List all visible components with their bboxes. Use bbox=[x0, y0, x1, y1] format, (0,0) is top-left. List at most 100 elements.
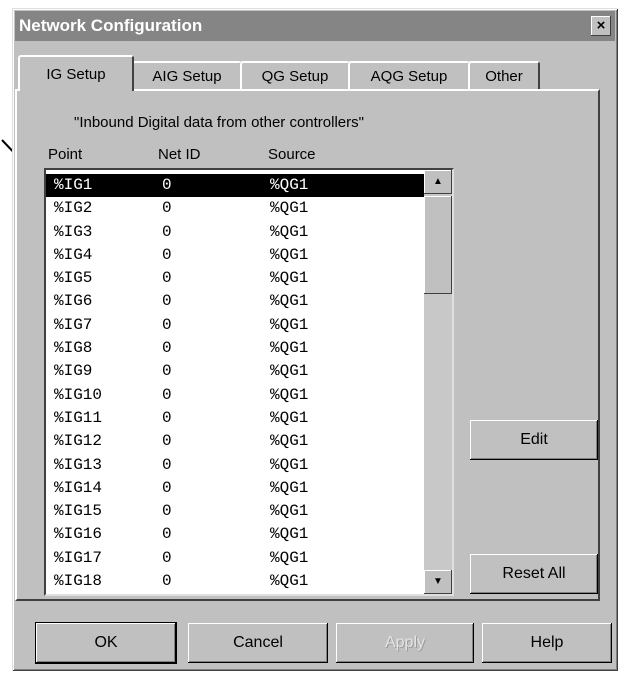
scroll-down-icon[interactable]: ▼ bbox=[424, 570, 452, 594]
cancel-button[interactable]: Cancel bbox=[188, 623, 328, 663]
table-row[interactable]: %IG10 0 %QG1 bbox=[46, 384, 424, 407]
source-cell: %QG1 bbox=[270, 385, 309, 404]
source-cell: %QG1 bbox=[270, 572, 309, 591]
tab-other[interactable]: Other bbox=[468, 61, 540, 89]
title-bar: Network Configuration × bbox=[15, 11, 615, 41]
source-cell: %QG1 bbox=[270, 292, 309, 311]
net-id-cell: 0 bbox=[162, 455, 172, 474]
column-header-point: Point bbox=[48, 146, 83, 163]
source-cell: %QG1 bbox=[270, 176, 309, 194]
table-row[interactable]: %IG6 0 %QG1 bbox=[46, 290, 424, 313]
source-cell: %QG1 bbox=[270, 315, 309, 334]
net-id-cell: 0 bbox=[162, 222, 172, 241]
source-cell: %QG1 bbox=[270, 432, 309, 451]
ig-points-list[interactable]: %IG1 0 %QG1 %IG2 0 %QG1 %IG3 0 %QG1 %IG4 0 %QG1 %IG5… bbox=[44, 168, 454, 596]
source-cell: %QG1 bbox=[270, 478, 309, 497]
help-button[interactable]: Help bbox=[482, 623, 612, 663]
source-cell: %QG1 bbox=[270, 525, 309, 544]
table-row[interactable]: %IG4 0 %QG1 bbox=[46, 244, 424, 267]
table-row[interactable]: %IG7 0 %QG1 bbox=[46, 314, 424, 337]
table-row[interactable]: %IG18 0 %QG1 bbox=[46, 570, 424, 593]
reset-all-button[interactable]: Reset All bbox=[470, 554, 598, 594]
table-row[interactable]: %IG5 0 %QG1 bbox=[46, 267, 424, 290]
tab-aig-setup[interactable]: AIG Setup bbox=[132, 61, 242, 89]
scroll-up-icon[interactable]: ▲ bbox=[424, 170, 452, 194]
point-cell: %IG10 bbox=[54, 385, 103, 404]
point-cell: %IG15 bbox=[54, 502, 103, 521]
net-id-cell: 0 bbox=[162, 176, 172, 194]
table-row[interactable]: %IG14 0 %QG1 bbox=[46, 477, 424, 500]
net-id-cell: 0 bbox=[162, 199, 172, 218]
point-cell: %IG8 bbox=[54, 339, 93, 358]
net-id-cell: 0 bbox=[162, 525, 172, 544]
table-row[interactable]: %IG13 0 %QG1 bbox=[46, 454, 424, 477]
apply-button-label: Apply bbox=[384, 634, 426, 651]
table-row[interactable]: %IG3 0 %QG1 bbox=[46, 221, 424, 244]
list-rows: %IG1 0 %QG1 %IG2 0 %QG1 %IG3 0 %QG1 %IG4 0 %QG1 %IG5… bbox=[46, 174, 424, 593]
source-cell: %QG1 bbox=[270, 502, 309, 521]
edit-button-label: Edit bbox=[520, 431, 548, 448]
point-cell: %IG5 bbox=[54, 269, 93, 288]
tab-ig-setup[interactable]: IG Setup bbox=[18, 55, 134, 91]
point-cell: %IG14 bbox=[54, 478, 103, 497]
point-cell: %IG1 bbox=[54, 176, 93, 194]
cancel-button-label: Cancel bbox=[233, 634, 283, 651]
point-cell: %IG9 bbox=[54, 362, 93, 381]
net-id-cell: 0 bbox=[162, 502, 172, 521]
point-cell: %IG7 bbox=[54, 315, 93, 334]
reset-all-button-label: Reset All bbox=[502, 565, 566, 582]
table-row[interactable]: %IG11 0 %QG1 bbox=[46, 407, 424, 430]
point-cell: %IG3 bbox=[54, 222, 93, 241]
net-id-cell: 0 bbox=[162, 408, 172, 427]
point-cell: %IG17 bbox=[54, 548, 103, 567]
net-id-cell: 0 bbox=[162, 315, 172, 334]
table-row[interactable]: %IG8 0 %QG1 bbox=[46, 337, 424, 360]
column-header-source: Source bbox=[268, 146, 316, 163]
table-row[interactable]: %IG12 0 %QG1 bbox=[46, 430, 424, 453]
table-row[interactable]: %IG2 0 %QG1 bbox=[46, 197, 424, 220]
scroll-thumb[interactable] bbox=[424, 196, 452, 294]
net-id-cell: 0 bbox=[162, 269, 172, 288]
point-cell: %IG4 bbox=[54, 245, 93, 264]
table-row[interactable]: %IG1 0 %QG1 bbox=[46, 174, 424, 198]
net-id-cell: 0 bbox=[162, 362, 172, 381]
net-id-cell: 0 bbox=[162, 339, 172, 358]
net-id-cell: 0 bbox=[162, 478, 172, 497]
point-cell: %IG12 bbox=[54, 432, 103, 451]
source-cell: %QG1 bbox=[270, 245, 309, 264]
close-icon[interactable]: × bbox=[591, 16, 611, 36]
ok-button[interactable]: OK bbox=[35, 622, 177, 664]
edit-button[interactable]: Edit bbox=[470, 420, 598, 460]
help-button-label: Help bbox=[530, 634, 564, 651]
source-cell: %QG1 bbox=[270, 548, 309, 567]
panel-caption: "Inbound Digital data from other control… bbox=[74, 114, 364, 131]
net-id-cell: 0 bbox=[162, 385, 172, 404]
column-header-net-id: Net ID bbox=[158, 146, 201, 163]
window-title: Network Configuration bbox=[19, 16, 203, 35]
vertical-scrollbar[interactable]: ▲ ▼ bbox=[424, 170, 452, 594]
source-cell: %QG1 bbox=[270, 199, 309, 218]
source-cell: %QG1 bbox=[270, 269, 309, 288]
point-cell: %IG16 bbox=[54, 525, 103, 544]
net-id-cell: 0 bbox=[162, 572, 172, 591]
table-row[interactable]: %IG17 0 %QG1 bbox=[46, 547, 424, 570]
net-id-cell: 0 bbox=[162, 548, 172, 567]
point-cell: %IG18 bbox=[54, 572, 103, 591]
tab-aqg-setup[interactable]: AQG Setup bbox=[348, 61, 470, 89]
point-cell: %IG2 bbox=[54, 199, 93, 218]
table-row[interactable]: %IG15 0 %QG1 bbox=[46, 500, 424, 523]
point-cell: %IG11 bbox=[54, 408, 103, 427]
source-cell: %QG1 bbox=[270, 339, 309, 358]
source-cell: %QG1 bbox=[270, 362, 309, 381]
point-cell: %IG13 bbox=[54, 455, 103, 474]
ok-button-label: OK bbox=[94, 634, 118, 651]
net-id-cell: 0 bbox=[162, 292, 172, 311]
source-cell: %QG1 bbox=[270, 222, 309, 241]
source-cell: %QG1 bbox=[270, 455, 309, 474]
table-row[interactable]: %IG16 0 %QG1 bbox=[46, 523, 424, 546]
source-cell: %QG1 bbox=[270, 408, 309, 427]
table-row[interactable]: %IG9 0 %QG1 bbox=[46, 360, 424, 383]
apply-button: Apply bbox=[336, 623, 474, 663]
point-cell: %IG6 bbox=[54, 292, 93, 311]
tab-qg-setup[interactable]: QG Setup bbox=[240, 61, 350, 89]
